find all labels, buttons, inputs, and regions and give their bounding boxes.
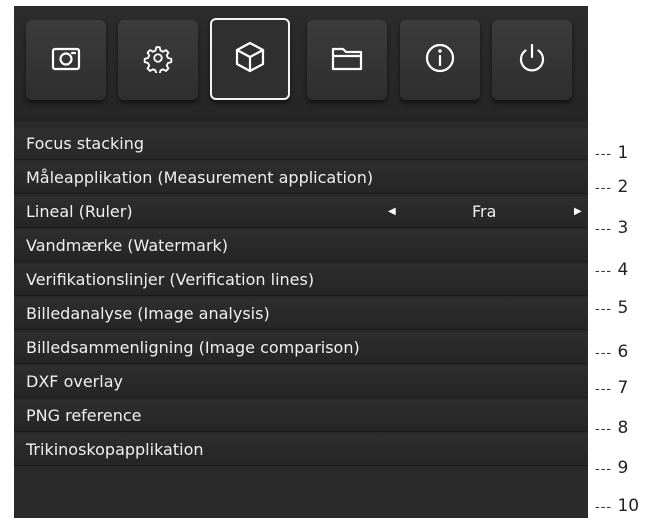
applications-menu: Focus stacking Måleapplikation (Measurem… [14,128,588,468]
menu-item-dxf-overlay[interactable]: DXF overlay [14,366,588,398]
menu-item-image-comparison[interactable]: Billedsammenligning (Image comparison) [14,332,588,364]
menu-item-label: Verifikationslinjer (Verification lines) [26,270,315,289]
menu-item-label: Trikinoskopapplikation [26,440,204,459]
applications-button[interactable] [210,18,290,100]
menu-item-label: Billedsammenligning (Image comparison) [26,338,360,357]
callout-7: --- 7 [595,378,629,398]
menu-item-image-analysis[interactable]: Billedanalyse (Image analysis) [14,298,588,330]
menu-item-focus-stacking[interactable]: Focus stacking [14,128,588,160]
settings-button[interactable] [118,20,198,100]
menu-item-label: Vandmærke (Watermark) [26,236,229,255]
power-button[interactable] [492,20,572,100]
arrow-left-icon[interactable]: ◀ [388,196,396,228]
callout-10: --- 10 [595,496,640,516]
menu-item-label: Focus stacking [26,134,144,153]
callout-5: --- 5 [595,298,629,318]
menu-item-label: DXF overlay [26,372,123,391]
menu-item-label: PNG reference [26,406,142,425]
camera-button[interactable] [26,20,106,100]
menu-item-trichinoscope-application[interactable]: Trikinoskopapplikation [14,434,588,466]
ruler-value: Fra [472,202,497,221]
menu-item-ruler[interactable]: Lineal (Ruler) ◀ Fra ▶ [14,196,588,228]
app-panel: Focus stacking Måleapplikation (Measurem… [14,6,588,518]
cube-icon [232,39,268,79]
info-icon [422,40,458,80]
menu-item-label: Billedanalyse (Image analysis) [26,304,270,323]
menu-item-label: Måleapplikation (Measurement application… [26,168,374,187]
callout-8: --- 8 [595,418,629,438]
menu-item-watermark[interactable]: Vandmærke (Watermark) [14,230,588,262]
camera-icon [48,40,84,80]
callout-1: --- 1 [595,143,629,163]
folder-icon [329,40,365,80]
menu-item-png-reference[interactable]: PNG reference [14,400,588,432]
folder-button[interactable] [307,20,387,100]
callout-4: --- 4 [595,260,629,280]
toolbar [14,6,588,122]
menu-item-measurement-application[interactable]: Måleapplikation (Measurement application… [14,162,588,194]
arrow-right-icon[interactable]: ▶ [574,196,582,228]
callout-2: --- 2 [595,177,629,197]
menu-item-verification-lines[interactable]: Verifikationslinjer (Verification lines) [14,264,588,296]
power-icon [514,40,550,80]
callout-9: --- 9 [595,458,629,478]
menu-item-label: Lineal (Ruler) [26,202,133,221]
gear-icon [143,43,173,77]
info-button[interactable] [400,20,480,100]
callout-6: --- 6 [595,342,629,362]
callout-3: --- 3 [595,218,629,238]
